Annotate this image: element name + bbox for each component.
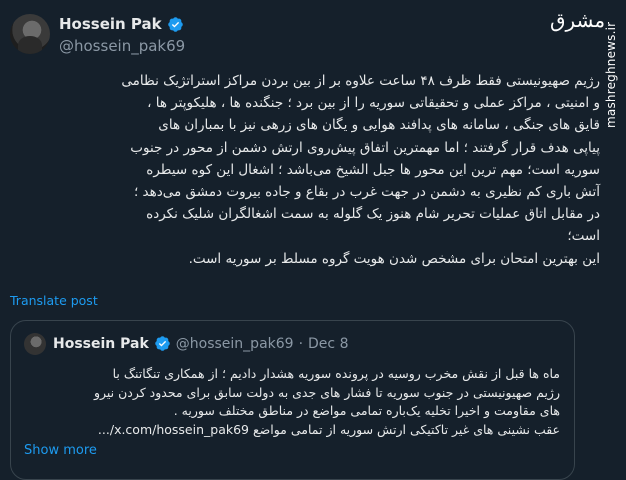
site-logo: مشرق — [550, 8, 606, 32]
show-more-link[interactable]: Show more — [24, 443, 97, 458]
quoted-post-card[interactable]: Hossein Pak @hossein_pak69 · Dec 8 ماه ه… — [10, 320, 575, 480]
quoted-line: عقب نشینی های غیر تاکتیکی ارتش سوریه از … — [97, 421, 560, 437]
verified-badge-icon — [155, 336, 170, 351]
quoted-post-date: Dec 8 — [308, 335, 349, 352]
post-line: سوریه است؛ مهم ترین این محور ها جبل الشی… — [146, 161, 600, 178]
translate-post-link[interactable]: Translate post — [10, 293, 98, 308]
post-line: این بهترین امتحان برای مشخص شدن هویت گرو… — [188, 250, 600, 267]
quoted-author-handle: @hossein_pak69 — [175, 335, 294, 352]
quoted-author-name: Hossein Pak — [53, 335, 149, 352]
post-text: رژیم صهیونیستی فقط ظرف ۴۸ ساعت علاوه بر … — [10, 70, 600, 270]
site-url-watermark: mashreghnews.ir — [604, 21, 618, 128]
post-line: است؛ — [567, 228, 600, 245]
quoted-line: های مقاومت و اخیرا تخلیه یک‌باره تمامی م… — [173, 403, 560, 419]
author-avatar[interactable] — [10, 14, 50, 54]
post-line: آتش باری کم نظیری به دشمن در جهت غرب در … — [133, 184, 600, 201]
quoted-post-text: ماه ها قبل از نقش مخرب روسیه در پرونده س… — [24, 365, 560, 439]
quoted-line: ماه ها قبل از نقش مخرب روسیه در پرونده س… — [112, 366, 560, 381]
post-line: قایق های جنگی ، سامانه های پدافند هوایی … — [158, 117, 600, 134]
post-line: در مقابل اتاق عملیات تحریر شام هنوز یک گ… — [146, 206, 600, 223]
author-name[interactable]: Hossein Pak — [59, 15, 162, 33]
verified-badge-icon — [167, 16, 183, 32]
author-handle[interactable]: @hossein_pak69 — [59, 37, 185, 55]
separator-dot: · — [298, 335, 304, 352]
quoted-post-header: Hossein Pak @hossein_pak69 · Dec 8 — [53, 335, 348, 352]
post-line: و امنیتی ، مراکز عملی و تحقیقاتی سوریه ر… — [147, 95, 600, 112]
quoted-author-avatar — [24, 333, 46, 355]
quoted-line: رژیم صهیونیستی در جنوب سوریه تا فشار های… — [93, 384, 560, 400]
post-line: رژیم صهیونیستی فقط ظرف ۴۸ ساعت علاوه بر … — [121, 73, 600, 89]
post-line: پیاپی هدف قرار گرفتند ؛ اما مهمترین اتفا… — [130, 139, 600, 156]
author-name-row: Hossein Pak — [59, 15, 184, 33]
